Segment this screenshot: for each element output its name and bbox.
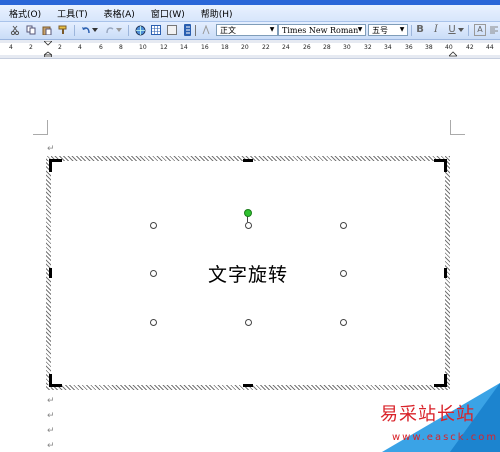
resize-handle-top[interactable] (245, 222, 252, 229)
cut-icon[interactable] (9, 24, 21, 36)
columns-icon[interactable] (166, 24, 178, 36)
menu-format[interactable]: 格式(O) (9, 7, 41, 20)
paragraph-mark: ↵ (47, 396, 55, 406)
paste-icon[interactable] (41, 24, 53, 36)
ruler-label: 18 (221, 44, 229, 51)
watermark-url: www.easck.com (392, 432, 499, 443)
ruler-label: 32 (364, 44, 372, 51)
chevron-down-icon: ▼ (269, 26, 275, 33)
bold-button[interactable]: B (414, 24, 426, 36)
resize-handle-left[interactable] (150, 270, 157, 277)
ruler-label: 2 (29, 44, 33, 51)
redo-dropdown-icon[interactable] (116, 24, 122, 36)
ruler-label: 22 (262, 44, 270, 51)
toolbar-separator (411, 25, 412, 36)
resize-handle-bottom-right[interactable] (340, 319, 347, 326)
toolbar-separator (74, 25, 75, 36)
ruler-label: 34 (384, 44, 392, 51)
undo-dropdown-icon[interactable] (92, 24, 98, 36)
paragraph-mark: ↵ (47, 441, 55, 451)
format-painter-icon[interactable] (57, 24, 69, 36)
font-size-combo[interactable]: 五号 ▼ (368, 24, 408, 36)
ruler-label: 12 (160, 44, 168, 51)
ruler-label: 8 (119, 44, 123, 51)
paragraph-mark: ↵ (47, 426, 55, 436)
text-box-text[interactable]: 文字旋转 (208, 260, 288, 287)
crop-handle-top[interactable] (243, 159, 253, 162)
horizontal-ruler[interactable]: 4 2 2 4 6 8 10 12 14 16 18 20 22 24 26 28 30 32 34 36 38 40 42… (0, 43, 500, 55)
ruler-label: 28 (323, 44, 331, 51)
crop-handle-bottom-left[interactable] (49, 374, 62, 387)
paragraph-mark: ↵ (47, 144, 55, 154)
ruler-label: 4 (78, 44, 82, 51)
ruler-label: 42 (466, 44, 474, 51)
margin-corner-mark (450, 120, 465, 135)
menu-tools[interactable]: 工具(T) (57, 7, 88, 20)
rotation-handle-icon[interactable] (244, 209, 252, 217)
resize-handle-top-left[interactable] (150, 222, 157, 229)
ruler-label: 36 (405, 44, 413, 51)
toolbar-options-icon[interactable] (184, 24, 191, 36)
margin-corner-mark (33, 120, 48, 135)
menu-help[interactable]: 帮助(H) (201, 7, 233, 20)
chevron-down-icon: ▼ (399, 26, 405, 33)
resize-handle-bottom-left[interactable] (150, 319, 157, 326)
ruler-label: 24 (282, 44, 290, 51)
ruler-label: 26 (303, 44, 311, 51)
hyperlink-icon[interactable] (134, 24, 146, 36)
ruler-label: 44 (486, 44, 494, 51)
ruler-label: 6 (99, 44, 103, 51)
crop-handle-bottom[interactable] (243, 384, 253, 387)
toolbar-grip (195, 25, 196, 36)
crop-handle-top-left[interactable] (49, 159, 62, 172)
italic-button[interactable]: I (430, 24, 442, 36)
resize-handle-bottom[interactable] (245, 319, 252, 326)
left-indent-marker-icon[interactable] (42, 40, 54, 58)
style-value: 正文 (220, 26, 236, 35)
ruler-label: 14 (180, 44, 188, 51)
character-border-button[interactable]: A (474, 24, 486, 36)
undo-icon[interactable] (80, 24, 92, 36)
align-left-icon[interactable] (488, 24, 500, 36)
menu-bar: 格式(O) 工具(T) 表格(A) 窗口(W) 帮助(H) (0, 5, 500, 22)
styles-pane-icon[interactable] (201, 24, 211, 36)
ruler-label: 30 (343, 44, 351, 51)
resize-handle-right[interactable] (340, 270, 347, 277)
ruler-label: 2 (58, 44, 62, 51)
ruler-label: 16 (201, 44, 209, 51)
copy-icon[interactable] (25, 24, 37, 36)
table-icon[interactable] (150, 24, 162, 36)
font-combo[interactable]: Times New Roman ▼ (278, 24, 366, 36)
formatting-toolbar: 正文 ▼ Times New Roman ▼ 五号 ▼ B I U A (0, 22, 500, 40)
chevron-down-icon: ▼ (357, 26, 363, 33)
crop-handle-top-right[interactable] (434, 159, 447, 172)
watermark-title: 易采站长站 (380, 404, 475, 425)
paragraph-mark: ↵ (47, 411, 55, 421)
font-value: Times New Roman (282, 26, 359, 35)
font-size-value: 五号 (372, 26, 388, 35)
menu-table[interactable]: 表格(A) (104, 7, 135, 20)
resize-handle-top-right[interactable] (340, 222, 347, 229)
redo-icon[interactable] (104, 24, 116, 36)
crop-handle-left[interactable] (49, 268, 52, 278)
toolbar-separator (468, 25, 469, 36)
underline-button[interactable]: U (446, 24, 458, 36)
ruler-label: 38 (425, 44, 433, 51)
right-indent-marker-icon[interactable] (448, 41, 458, 57)
toolbar-separator (128, 25, 129, 36)
ruler-label: 4 (9, 44, 13, 51)
menu-window[interactable]: 窗口(W) (151, 7, 185, 20)
ruler-label: 20 (241, 44, 249, 51)
ruler-label: 10 (139, 44, 147, 51)
style-combo[interactable]: 正文 ▼ (216, 24, 278, 36)
underline-dropdown-icon[interactable] (458, 24, 464, 36)
crop-handle-right[interactable] (444, 268, 447, 278)
